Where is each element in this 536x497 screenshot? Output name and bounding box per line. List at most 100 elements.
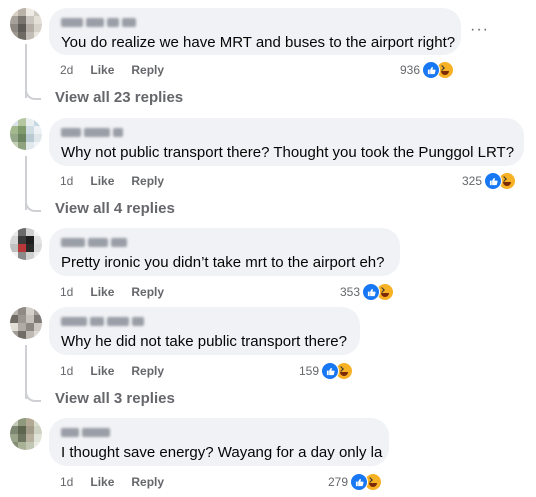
reaction-count: 353 <box>340 285 361 299</box>
avatar[interactable] <box>10 118 42 150</box>
avatar-pixel <box>10 252 18 260</box>
reaction-summary[interactable]: 279 <box>328 473 383 491</box>
thumbs-up-icon <box>321 362 340 380</box>
avatar-pixel <box>34 134 42 142</box>
comment-timestamp[interactable]: 1d <box>60 475 73 489</box>
avatar-pixel <box>10 331 18 339</box>
avatar-pixel <box>18 236 26 244</box>
avatar-pixel <box>10 323 18 331</box>
avatar-pixel <box>10 126 18 134</box>
reply-button[interactable]: Reply <box>131 475 164 489</box>
reply-button[interactable]: Reply <box>131 174 164 188</box>
like-button[interactable]: Like <box>90 364 114 378</box>
avatar-pixel <box>18 244 26 252</box>
avatar-pixel <box>26 323 34 331</box>
avatar-pixel <box>26 236 34 244</box>
avatar-pixel <box>26 442 34 450</box>
comment-actions: 1d Like Reply <box>60 475 164 489</box>
reaction-summary[interactable]: 353 <box>340 283 395 301</box>
author-name-redacted[interactable] <box>61 16 449 29</box>
comment-text: Why he did not take public transport the… <box>61 333 347 350</box>
thread-branch <box>25 84 41 100</box>
avatar-pixel <box>18 134 26 142</box>
comment-text: I thought save energy? Wayang for a day … <box>61 444 383 461</box>
reaction-count: 159 <box>299 364 320 378</box>
comment-bubble: You do realize we have MRT and buses to … <box>49 8 461 55</box>
comment-text: Why not public transport there? Thought … <box>61 144 515 161</box>
like-button[interactable]: Like <box>90 174 114 188</box>
avatar-pixel <box>10 236 18 244</box>
like-button[interactable]: Like <box>90 285 114 299</box>
comment-bubble: I thought save energy? Wayang for a day … <box>49 418 389 466</box>
avatar-pixel <box>26 32 34 40</box>
comment-actions: 1d Like Reply <box>60 174 164 188</box>
avatar-pixel <box>10 307 18 315</box>
view-replies-link[interactable]: View all 23 replies <box>55 89 183 106</box>
avatar-pixel <box>10 32 18 40</box>
more-options-icon[interactable]: ··· <box>470 21 489 39</box>
reaction-summary[interactable]: 936 <box>400 61 455 79</box>
author-name-redacted[interactable] <box>61 126 512 139</box>
avatar-pixel <box>34 307 42 315</box>
avatar[interactable] <box>10 418 42 450</box>
reply-button[interactable]: Reply <box>131 285 164 299</box>
avatar-pixel <box>26 426 34 434</box>
like-button[interactable]: Like <box>90 63 114 77</box>
comment-text: Pretty ironic you didn’t take mrt to the… <box>61 254 385 271</box>
avatar[interactable] <box>10 307 42 339</box>
avatar-pixel <box>34 142 42 150</box>
avatar-pixel <box>26 418 34 426</box>
author-name-redacted[interactable] <box>61 426 377 439</box>
avatar-pixel <box>34 323 42 331</box>
like-button[interactable]: Like <box>90 475 114 489</box>
avatar-pixel <box>34 426 42 434</box>
comment-timestamp[interactable]: 1d <box>60 174 73 188</box>
reaction-summary[interactable]: 159 <box>299 362 354 380</box>
avatar-pixel <box>26 244 34 252</box>
avatar-pixel <box>10 244 18 252</box>
avatar-pixel <box>26 307 34 315</box>
comment-actions: 2d Like Reply <box>60 63 164 77</box>
avatar-pixel <box>10 228 18 236</box>
avatar-pixel <box>10 442 18 450</box>
avatar-pixel <box>18 126 26 134</box>
reaction-count: 325 <box>462 174 483 188</box>
reply-button[interactable]: Reply <box>131 63 164 77</box>
avatar-pixel <box>18 331 26 339</box>
thumbs-up-icon <box>422 61 441 79</box>
author-name-redacted[interactable] <box>61 236 388 249</box>
avatar-pixel <box>18 418 26 426</box>
avatar-pixel <box>26 16 34 24</box>
avatar-pixel <box>26 126 34 134</box>
avatar-pixel <box>18 252 26 260</box>
avatar-pixel <box>34 244 42 252</box>
comment-timestamp[interactable]: 1d <box>60 285 73 299</box>
avatar-pixel <box>18 315 26 323</box>
avatar-pixel <box>34 118 42 126</box>
avatar-pixel <box>26 118 34 126</box>
comment-bubble: Why he did not take public transport the… <box>49 307 360 355</box>
avatar-pixel <box>18 307 26 315</box>
reaction-summary[interactable]: 325 <box>462 172 517 190</box>
avatar-pixel <box>26 134 34 142</box>
avatar[interactable] <box>10 8 42 40</box>
comment-timestamp[interactable]: 2d <box>60 63 73 77</box>
avatar-pixel <box>34 228 42 236</box>
thumbs-up-icon <box>484 172 503 190</box>
avatar-pixel <box>18 434 26 442</box>
avatar[interactable] <box>10 228 42 260</box>
view-replies-link[interactable]: View all 3 replies <box>55 390 175 407</box>
reply-button[interactable]: Reply <box>131 364 164 378</box>
comment-timestamp[interactable]: 1d <box>60 364 73 378</box>
view-replies-link[interactable]: View all 4 replies <box>55 200 175 217</box>
avatar-pixel <box>18 426 26 434</box>
avatar-pixel <box>34 331 42 339</box>
avatar-pixel <box>10 134 18 142</box>
avatar-pixel <box>18 323 26 331</box>
comment-bubble: Why not public transport there? Thought … <box>49 118 524 166</box>
author-name-redacted[interactable] <box>61 315 348 328</box>
thread-branch <box>25 196 41 212</box>
reaction-count: 936 <box>400 63 421 77</box>
reaction-count: 279 <box>328 475 349 489</box>
avatar-pixel <box>34 16 42 24</box>
